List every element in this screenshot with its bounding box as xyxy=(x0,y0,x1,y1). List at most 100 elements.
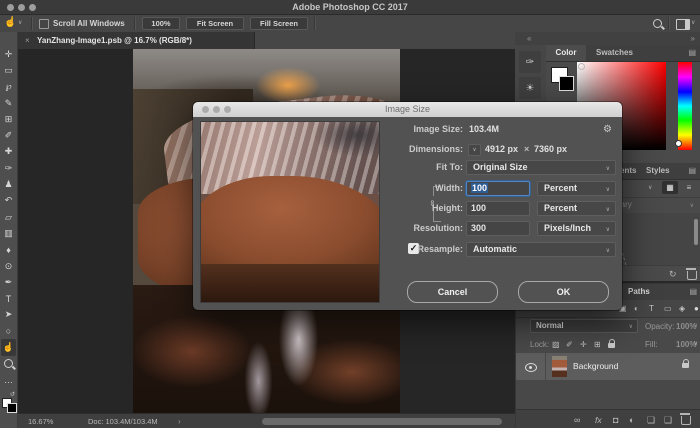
document-tab-title: YanZhang-Image1.psb @ 16.7% (RGB/8*) xyxy=(37,32,192,49)
pen-tool-icon[interactable]: ✒ xyxy=(0,274,17,290)
tab-styles[interactable]: Styles xyxy=(646,163,670,179)
eraser-tool-icon[interactable]: ▱ xyxy=(0,209,17,225)
collapse-panel-dock[interactable]: » xyxy=(691,32,695,45)
layer-name[interactable]: Background xyxy=(573,353,618,380)
resample-value: Automatic xyxy=(473,243,517,256)
filter-adjustment-layers-icon[interactable]: ◐ xyxy=(634,300,639,317)
lock-artboard-icon[interactable]: ⊞ xyxy=(594,336,601,353)
lasso-tool-icon[interactable]: ℘ xyxy=(0,79,17,95)
background-color-swatch[interactable] xyxy=(7,403,17,413)
app-title: Adobe Photoshop CC 2017 xyxy=(0,0,700,14)
dimensions-chevron-icon[interactable]: ∨ xyxy=(468,144,481,156)
hue-slider-marker[interactable] xyxy=(675,140,682,147)
width-unit-dropdown[interactable]: Percent ∨ xyxy=(537,181,616,196)
chevron-down-icon[interactable]: ∨ xyxy=(694,317,698,336)
tab-color[interactable]: Color xyxy=(546,45,586,61)
lock-position-icon[interactable]: ✛ xyxy=(580,336,587,353)
link-layers-icon[interactable]: ∞ xyxy=(574,410,580,428)
ok-button[interactable]: OK xyxy=(518,281,609,303)
width-input[interactable]: 100 xyxy=(466,181,530,196)
quick-selection-tool-icon[interactable]: ✎ xyxy=(0,95,17,111)
gradient-tool-icon[interactable]: ▥ xyxy=(0,225,17,241)
chevron-down-icon[interactable]: ∨ xyxy=(690,202,694,209)
grid-view-button[interactable]: ▦ xyxy=(662,181,678,194)
tab-swatches[interactable]: Swatches xyxy=(596,45,633,61)
tab-paths[interactable]: Paths xyxy=(628,284,650,300)
marquee-tool-icon[interactable]: ▭ xyxy=(0,62,17,78)
shape-tool-icon[interactable]: ○ xyxy=(0,323,17,339)
hand-tool-icon[interactable]: ☝ xyxy=(1,339,16,355)
workspace-chevron-icon[interactable]: ∨ xyxy=(691,19,695,26)
filter-type-layers-icon[interactable]: T xyxy=(649,300,654,317)
search-icon[interactable] xyxy=(653,19,662,28)
new-adjustment-layer-icon[interactable]: ◐ xyxy=(629,410,634,428)
trash-icon[interactable] xyxy=(687,271,697,280)
chevron-down-icon[interactable]: ∨ xyxy=(694,336,698,353)
crop-tool-icon[interactable]: ⊞ xyxy=(0,111,17,127)
gear-icon[interactable]: ⚙ xyxy=(603,122,612,137)
panel-menu-icon[interactable]: ▤ xyxy=(688,163,696,179)
dodge-tool-icon[interactable]: ⊙ xyxy=(0,258,17,274)
layer-visibility-eye-icon[interactable] xyxy=(525,363,537,372)
reset-colors-icon[interactable]: ↺ xyxy=(10,391,15,398)
panel-background-swatch[interactable] xyxy=(559,76,574,91)
height-input[interactable]: 100 xyxy=(466,201,530,216)
blur-tool-icon[interactable]: ♦ xyxy=(0,242,17,258)
hand-tool-icon[interactable]: ☝ xyxy=(4,17,16,28)
lock-image-pixels-icon[interactable]: ✐ xyxy=(566,336,573,353)
move-tool-icon[interactable]: ✛ xyxy=(0,46,17,62)
filter-smart-objects-icon[interactable]: ◈ xyxy=(679,300,685,317)
more-tools-icon[interactable]: … xyxy=(0,372,17,388)
collapse-icon-dock[interactable]: « xyxy=(527,32,531,45)
tool-preset-chevron-icon[interactable]: ∨ xyxy=(18,19,22,26)
fit-to-dropdown[interactable]: Original Size ∨ xyxy=(466,160,616,175)
type-tool-icon[interactable]: T xyxy=(0,290,17,306)
delete-layer-icon[interactable] xyxy=(681,416,691,425)
resample-dropdown[interactable]: Automatic ∨ xyxy=(466,242,616,257)
blend-mode-dropdown[interactable]: Normal ∨ xyxy=(530,319,638,333)
clone-stamp-tool-icon[interactable]: ♟ xyxy=(0,176,17,192)
workspace-icon[interactable] xyxy=(676,19,690,30)
color-picker-marker[interactable] xyxy=(578,63,585,70)
zoom-tool-icon[interactable] xyxy=(0,356,17,372)
tab-close-icon[interactable]: × xyxy=(25,32,30,49)
zoom-level-field[interactable]: 16.67% xyxy=(28,414,53,428)
resolution-input[interactable]: 300 xyxy=(466,221,530,236)
panel-menu-icon[interactable]: ▤ xyxy=(688,45,696,61)
sync-icon[interactable]: ↻ xyxy=(669,266,677,282)
history-brush-tool-icon[interactable]: ↶ xyxy=(0,193,17,209)
panel-menu-icon[interactable]: ▤ xyxy=(689,284,697,300)
fill-screen-button[interactable]: Fill Screen xyxy=(250,17,308,30)
path-selection-tool-icon[interactable]: ➤ xyxy=(0,307,17,323)
lock-transparent-pixels-icon[interactable]: ▨ xyxy=(552,336,560,353)
actual-size-button[interactable]: 100% xyxy=(142,17,180,30)
dialog-titlebar[interactable]: Image Size xyxy=(193,102,622,117)
status-chevron-icon[interactable]: › xyxy=(178,414,181,428)
layer-effects-icon[interactable]: fx xyxy=(595,410,602,428)
filter-shape-layers-icon[interactable]: ▭ xyxy=(664,300,672,317)
healing-brush-tool-icon[interactable]: ✚ xyxy=(0,144,17,160)
height-unit-dropdown[interactable]: Percent ∨ xyxy=(537,201,616,216)
new-group-icon[interactable]: ❏ xyxy=(647,410,655,428)
add-layer-mask-icon[interactable]: ◘ xyxy=(613,410,618,428)
filter-toggle-icon[interactable]: ● xyxy=(694,300,699,317)
horizontal-scrollbar[interactable] xyxy=(262,418,502,425)
brush-tool-icon[interactable]: ✑ xyxy=(0,160,17,176)
tab-adjustments-partial[interactable]: ents xyxy=(620,163,636,179)
new-layer-icon[interactable]: ❑ xyxy=(664,410,672,428)
eyedropper-tool-icon[interactable]: ✐ xyxy=(0,127,17,143)
document-tab[interactable]: × YanZhang-Image1.psb @ 16.7% (RGB/8*) xyxy=(18,32,255,49)
layer-thumbnail[interactable] xyxy=(552,356,567,377)
adjustments-panel-icon[interactable]: ☀ xyxy=(519,77,541,99)
brushes-panel-icon[interactable]: ✑ xyxy=(519,51,541,73)
list-view-button[interactable]: ≡ xyxy=(681,181,697,194)
scroll-all-windows-checkbox[interactable] xyxy=(39,19,49,29)
panel-scrollbar[interactable] xyxy=(694,219,698,245)
chevron-down-icon[interactable]: ∨ xyxy=(648,184,652,191)
fit-screen-button[interactable]: Fit Screen xyxy=(186,17,244,30)
resolution-unit-dropdown[interactable]: Pixels/Inch ∨ xyxy=(537,221,616,236)
hue-slider[interactable] xyxy=(678,62,692,150)
cancel-button[interactable]: Cancel xyxy=(407,281,498,303)
lock-all-icon[interactable] xyxy=(608,343,615,348)
layer-row-background[interactable]: Background xyxy=(516,353,700,380)
